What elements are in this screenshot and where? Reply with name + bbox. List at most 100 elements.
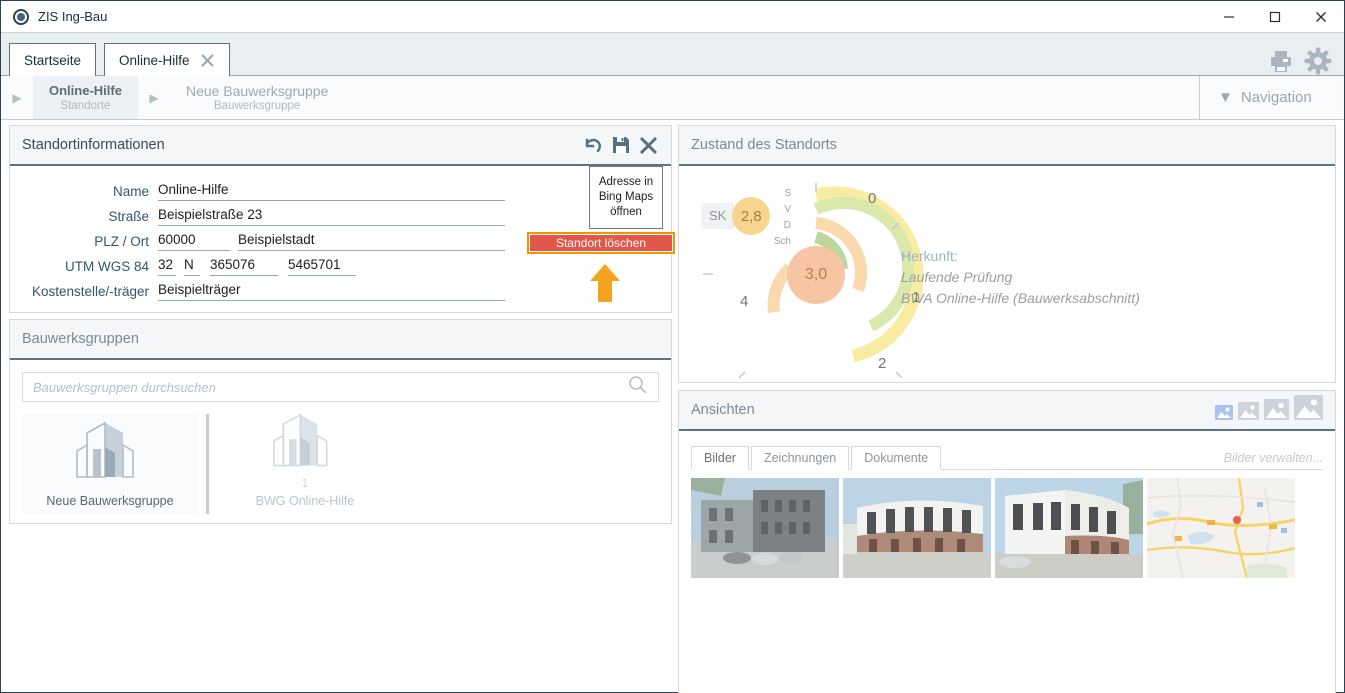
tab-online-hilfe[interactable]: Online-Hilfe	[104, 43, 230, 76]
toolbar-icons	[1268, 47, 1344, 75]
panel-zustand-des-standorts: Zustand des Standorts	[678, 125, 1336, 383]
field-label-strasse: Straße	[10, 208, 158, 226]
scale-label-0: 0	[868, 190, 876, 207]
gear-icon[interactable]	[1304, 47, 1332, 75]
buildings-icon	[75, 419, 145, 490]
undo-icon[interactable]	[582, 134, 604, 156]
window-title: ZIS Ing-Bau	[38, 9, 107, 24]
building-photo-1[interactable]	[691, 478, 839, 578]
condition-gauge-chart: 0 1 2 3 4 S V D Sch SK 2,8 3,0	[679, 166, 1335, 381]
panel-header: Standortinformationen	[10, 126, 671, 166]
panel-header: Ansichten	[679, 391, 1335, 431]
tab-strip: Startseite Online-Hilfe	[1, 32, 1344, 75]
close-icon[interactable]	[1298, 1, 1344, 32]
panel-header-icons	[582, 134, 659, 156]
series-label-sch: Sch	[765, 234, 791, 250]
bauwerksgruppen-tiles: Neue Bauwerksgruppe 1	[10, 402, 671, 514]
image-size-xs-icon[interactable]	[1215, 405, 1233, 425]
kostenstelle-field[interactable]: Beispielträger	[158, 281, 505, 301]
close-icon[interactable]	[200, 53, 215, 68]
panel-title: Zustand des Standorts	[691, 137, 837, 153]
sk-label: SK	[701, 203, 734, 229]
plz-field[interactable]: 60000	[158, 231, 230, 251]
app-logo-icon	[13, 9, 29, 25]
image-size-m-icon[interactable]	[1264, 399, 1289, 425]
panel-title: Standortinformationen	[22, 137, 165, 153]
strasse-field[interactable]: Beispielstraße 23	[158, 206, 505, 226]
tile-bwg-online-hilfe[interactable]: 1 BWG Online-Hilfe	[217, 414, 393, 514]
field-label-utm: UTM WGS 84	[10, 258, 158, 276]
breadcrumb-item-bauwerksgruppe[interactable]: Neue Bauwerksgruppe Bauwerksgruppe	[170, 76, 344, 119]
utm-band-field[interactable]: N	[184, 256, 200, 276]
delete-standort-button[interactable]: Standort löschen	[530, 235, 672, 251]
tile-label: Neue Bauwerksgruppe	[46, 494, 173, 508]
application-window: ZIS Ing-Bau Startseite Online-Hilfe	[0, 0, 1345, 693]
sk-badge: SK 2,8	[701, 197, 770, 235]
field-label-plz-ort: PLZ / Ort	[10, 233, 158, 251]
utm-zone-field[interactable]: 32	[158, 256, 176, 276]
panel-standortinformationen: Standortinformationen	[9, 125, 672, 313]
standort-actions: Adresse in Bing Maps öffnen Standort lös…	[589, 166, 663, 229]
tab-label: Dokumente	[864, 451, 928, 465]
image-size-l-icon[interactable]	[1294, 395, 1323, 425]
maximize-icon[interactable]	[1252, 1, 1298, 32]
minimize-icon[interactable]	[1206, 1, 1252, 32]
tab-dokumente[interactable]: Dokumente	[851, 446, 941, 470]
herkunft-label: Herkunft:	[901, 246, 1140, 267]
search-row: Bauwerksgruppen durchsuchen	[10, 360, 671, 402]
tab-bilder[interactable]: Bilder	[691, 446, 749, 470]
chevron-right-icon: ▶	[1, 76, 33, 119]
tab-label: Online-Hilfe	[119, 53, 190, 68]
delete-button-highlight: Standort löschen	[527, 232, 675, 254]
utm-north-field[interactable]: 5465701	[288, 256, 356, 276]
tab-label: Bilder	[704, 451, 736, 465]
tile-divider	[206, 414, 209, 514]
panel-title: Bauwerksgruppen	[22, 331, 139, 347]
building-photo-3[interactable]	[995, 478, 1143, 578]
breadcrumb-subtitle: Bauwerksgruppe	[214, 99, 300, 113]
search-icon[interactable]	[628, 375, 648, 400]
scale-label-4: 4	[740, 293, 748, 310]
tile-label: BWG Online-Hilfe	[256, 494, 355, 508]
standort-form: Name Online-Hilfe Straße Beispielstraße …	[10, 166, 671, 312]
field-label-kostenstelle: Kostenstelle/-träger	[10, 283, 158, 301]
name-field[interactable]: Online-Hilfe	[158, 181, 505, 201]
image-size-controls	[1215, 395, 1323, 425]
title-bar: ZIS Ing-Bau	[1, 1, 1344, 32]
thumbnail-strip	[679, 470, 1335, 578]
navigation-label: Navigation	[1241, 89, 1312, 106]
panel-header: Bauwerksgruppen	[10, 320, 671, 360]
navigation-button[interactable]: ▼ Navigation	[1199, 76, 1344, 119]
panel-header: Zustand des Standorts	[679, 126, 1335, 166]
tab-label: Startseite	[24, 53, 81, 68]
chevron-down-icon: ▼	[1218, 89, 1233, 106]
herkunft-line-2: BWA Online-Hilfe (Bauwerksabschnitt)	[901, 288, 1140, 309]
manage-images-link[interactable]: Bilder verwalten...	[1224, 451, 1323, 469]
tab-zeichnungen[interactable]: Zeichnungen	[751, 446, 849, 470]
scale-label-3: 3	[804, 378, 812, 381]
ort-field[interactable]: Beispielstadt	[238, 231, 505, 251]
panel-title: Ansichten	[691, 402, 755, 418]
tab-startseite[interactable]: Startseite	[9, 43, 96, 76]
search-input[interactable]: Bauwerksgruppen durchsuchen	[22, 372, 659, 402]
breadcrumb-title: Online-Hilfe	[49, 83, 122, 99]
ansichten-tabs: Bilder Zeichnungen Dokumente Bilder verw…	[691, 445, 1323, 470]
sk-value: 2,8	[732, 197, 770, 235]
utm-east-field[interactable]: 365076	[210, 256, 278, 276]
search-placeholder: Bauwerksgruppen durchsuchen	[33, 380, 628, 395]
herkunft-block: Herkunft: Laufende Prüfung BWA Online-Hi…	[901, 246, 1140, 309]
map-thumbnail[interactable]	[1147, 478, 1295, 578]
image-size-s-icon[interactable]	[1238, 402, 1259, 425]
main-content: Standortinformationen	[1, 120, 1344, 681]
panel-ansichten: Ansichten	[678, 390, 1336, 693]
print-icon[interactable]	[1268, 48, 1294, 74]
save-icon[interactable]	[611, 135, 631, 155]
bing-maps-button[interactable]: Adresse in Bing Maps öffnen	[589, 166, 663, 229]
breadcrumb-item-standorte[interactable]: Online-Hilfe Standorte	[33, 76, 138, 119]
close-icon[interactable]	[638, 135, 659, 156]
panel-bauwerksgruppen: Bauwerksgruppen Bauwerksgruppen durchsuc…	[9, 319, 672, 524]
building-photo-2[interactable]	[843, 478, 991, 578]
tile-neue-bauwerksgruppe[interactable]: Neue Bauwerksgruppe	[22, 414, 198, 514]
herkunft-line-1: Laufende Prüfung	[901, 267, 1140, 288]
orange-arrow-annotation	[587, 262, 623, 307]
